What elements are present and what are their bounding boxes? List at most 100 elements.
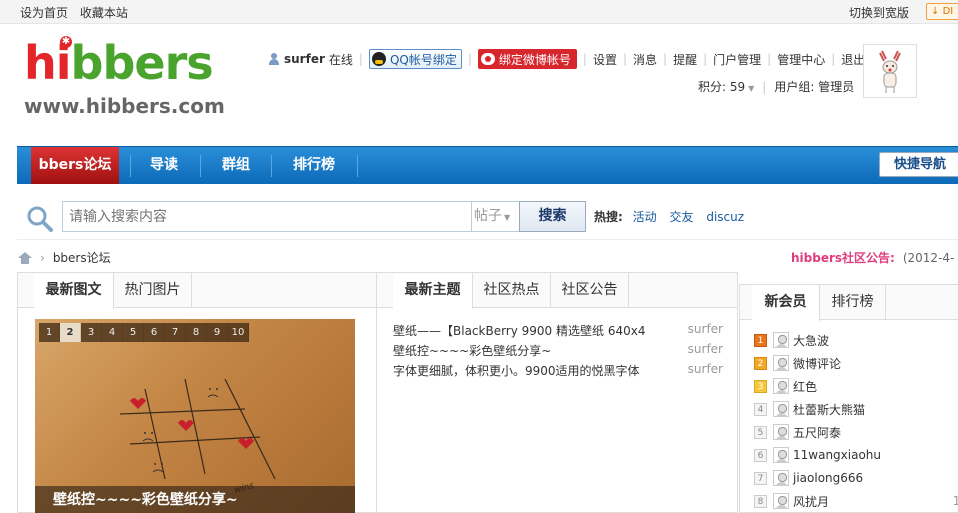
download-button[interactable]: ↓ DI [926, 3, 958, 20]
pics-tabs: 最新图文 热门图片 [18, 273, 376, 309]
thread-author-link[interactable]: surfer [688, 362, 723, 376]
home-icon[interactable] [18, 251, 32, 264]
quick-nav-button[interactable]: 快捷导航 [879, 152, 958, 177]
member-avatar-icon[interactable] [773, 470, 789, 486]
hot-link-discuz[interactable]: discuz [706, 210, 744, 224]
hot-link-activity[interactable]: 活动 [633, 210, 657, 224]
search-type-value: 帖子 [474, 208, 502, 224]
thread-row: 字体更细腻，体积更小。9900适用的悦黑字体 surfer [393, 362, 723, 382]
reminders-link[interactable]: 提醒 [673, 51, 697, 68]
thread-row: 壁纸控~~~~彩色壁纸分享~ surfer [393, 342, 723, 362]
user-toolbar: surfer 在线 | QQ帐号绑定 | 绑定微博帐号 | 设置 | 消息 | … [268, 48, 865, 70]
member-avatar-icon[interactable] [773, 332, 789, 348]
separator: | [467, 52, 472, 66]
avatar-deer-icon [879, 50, 901, 93]
messages-link[interactable]: 消息 [633, 51, 657, 68]
member-name-link[interactable]: 大急波 [793, 332, 829, 349]
tab-latest-pics[interactable]: 最新图文 [34, 273, 114, 309]
rank-badge: 1 [754, 333, 767, 347]
caret-down-icon: ▼ [504, 213, 511, 222]
nav-divider [200, 155, 201, 177]
member-avatar-icon[interactable] [773, 493, 789, 509]
bookmark-link[interactable]: 收藏本站 [80, 6, 128, 20]
online-status: 在线 [328, 52, 353, 67]
nav-item-ranking[interactable]: 排行榜 [279, 147, 349, 184]
logo-wordmark: hibbers [24, 36, 214, 90]
points-dropdown[interactable]: 积分: 59 ▼ [698, 78, 754, 95]
tab-latest-threads[interactable]: 最新主题 [393, 273, 473, 309]
qq-bind-button[interactable]: QQ帐号绑定 [368, 49, 462, 69]
member-name-link[interactable]: 风扰月 [793, 493, 829, 510]
member-avatar-icon[interactable] [773, 424, 789, 440]
switch-width-link[interactable]: 切换到宽版 [849, 6, 909, 20]
member-name-link[interactable]: 五尺阿泰 [793, 424, 841, 441]
search-type-select[interactable]: 帖子 ▼ [471, 201, 520, 232]
user-icon [268, 53, 280, 65]
member-avatar-icon[interactable] [773, 401, 789, 417]
member-row: 8 风扰月 10 [754, 491, 958, 511]
rank-badge: 5 [754, 425, 767, 439]
tab-hot-topics[interactable]: 社区热点 [473, 273, 551, 308]
rank-badge: 6 [754, 448, 767, 462]
hot-link-friends[interactable]: 交友 [669, 210, 693, 224]
portal-admin-link[interactable]: 门户管理 [713, 51, 761, 68]
thread-title-link[interactable]: 壁纸——【BlackBerry 9900 精选壁纸 640x4 [393, 322, 645, 339]
weibo-icon [480, 53, 495, 65]
logout-link[interactable]: 退出 [841, 51, 865, 68]
logo-bbers: bbers [70, 36, 214, 90]
announcement: hibbers社区公告: (2012-4- [791, 249, 954, 266]
slideshow-caption[interactable]: 壁纸控~~~~彩色壁纸分享~ [35, 486, 355, 513]
tab-hot-pics[interactable]: 热门图片 [114, 273, 192, 308]
announcement-date[interactable]: (2012-4- [903, 251, 955, 265]
tab-announcements[interactable]: 社区公告 [551, 273, 629, 308]
nav-item-groups[interactable]: 群组 [207, 147, 265, 184]
member-row: 7jiaolong6660 [754, 468, 958, 488]
new-members-panel: 新会员 排行榜 1大急波02微博评论03红色04杜蕾斯大熊猫05五尺阿泰0611… [739, 284, 958, 513]
tab-new-members[interactable]: 新会员 [752, 285, 820, 321]
member-row: 3红色0 [754, 376, 958, 396]
member-name-link[interactable]: 微博评论 [793, 355, 841, 372]
main-nav: bbers论坛 导读 群组 排行榜 [17, 146, 958, 184]
rank-badge: 8 [754, 494, 767, 508]
rank-badge: 7 [754, 471, 767, 485]
separator: | [622, 52, 628, 66]
image-slideshow[interactable]: 12345678910 wins 壁纸控~~~~彩色壁纸分享~ [35, 319, 355, 513]
user-avatar[interactable] [863, 44, 917, 98]
member-name-link[interactable]: jiaolong666 [793, 471, 863, 485]
chevron-right-icon: › [40, 250, 45, 265]
latest-threads-panel: 最新主题 社区热点 社区公告 壁纸——【BlackBerry 9900 精选壁纸… [376, 272, 738, 513]
member-row: 1大急波0 [754, 330, 958, 350]
thread-author-link[interactable]: surfer [688, 322, 723, 336]
separator: | [663, 52, 668, 66]
points-label: 积分: 59 [698, 80, 746, 94]
weibo-bind-label: 绑定微博帐号 [498, 52, 571, 67]
set-home-link[interactable]: 设为首页 [20, 6, 68, 20]
member-avatar-icon[interactable] [773, 447, 789, 463]
admin-center-link[interactable]: 管理中心 [777, 51, 825, 68]
hot-search-label: 热搜: [594, 210, 623, 224]
nav-item-guide[interactable]: 导读 [137, 147, 191, 184]
breadcrumb-forum-link[interactable]: bbers论坛 [53, 249, 111, 266]
weibo-bind-button[interactable]: 绑定微博帐号 [477, 49, 577, 69]
top-bar: 设为首页 收藏本站 切换到宽版 ↓ DI [0, 0, 958, 24]
username-link[interactable]: surfer [284, 52, 325, 66]
member-avatar-icon[interactable] [773, 378, 789, 394]
tab-member-ranking[interactable]: 排行榜 [820, 285, 886, 320]
nav-item-forum[interactable]: bbers论坛 [31, 147, 119, 184]
separator: | [762, 79, 767, 94]
members-tabs: 新会员 排行榜 [740, 285, 958, 321]
thread-title-link[interactable]: 壁纸控~~~~彩色壁纸分享~ [393, 342, 551, 359]
nav-divider [271, 155, 272, 177]
user-group-link[interactable]: 用户组: 管理员 [774, 78, 854, 95]
member-name-link[interactable]: 11wangxiaohu [793, 448, 881, 462]
thread-title-link[interactable]: 字体更细腻，体积更小。9900适用的悦黑字体 [393, 362, 640, 379]
search-button[interactable]: 搜索 [519, 201, 586, 232]
latest-pics-panel: 最新图文 热门图片 12345678910 wins 壁纸控~~~~彩色壁纸分享… [17, 272, 377, 513]
site-logo[interactable]: hibbers ✱ www.hibbers.com [18, 34, 225, 118]
member-avatar-icon[interactable] [773, 355, 789, 371]
member-name-link[interactable]: 杜蕾斯大熊猫 [793, 401, 865, 418]
member-name-link[interactable]: 红色 [793, 378, 817, 395]
search-input[interactable] [62, 201, 472, 232]
thread-author-link[interactable]: surfer [688, 342, 723, 356]
settings-link[interactable]: 设置 [593, 51, 617, 68]
